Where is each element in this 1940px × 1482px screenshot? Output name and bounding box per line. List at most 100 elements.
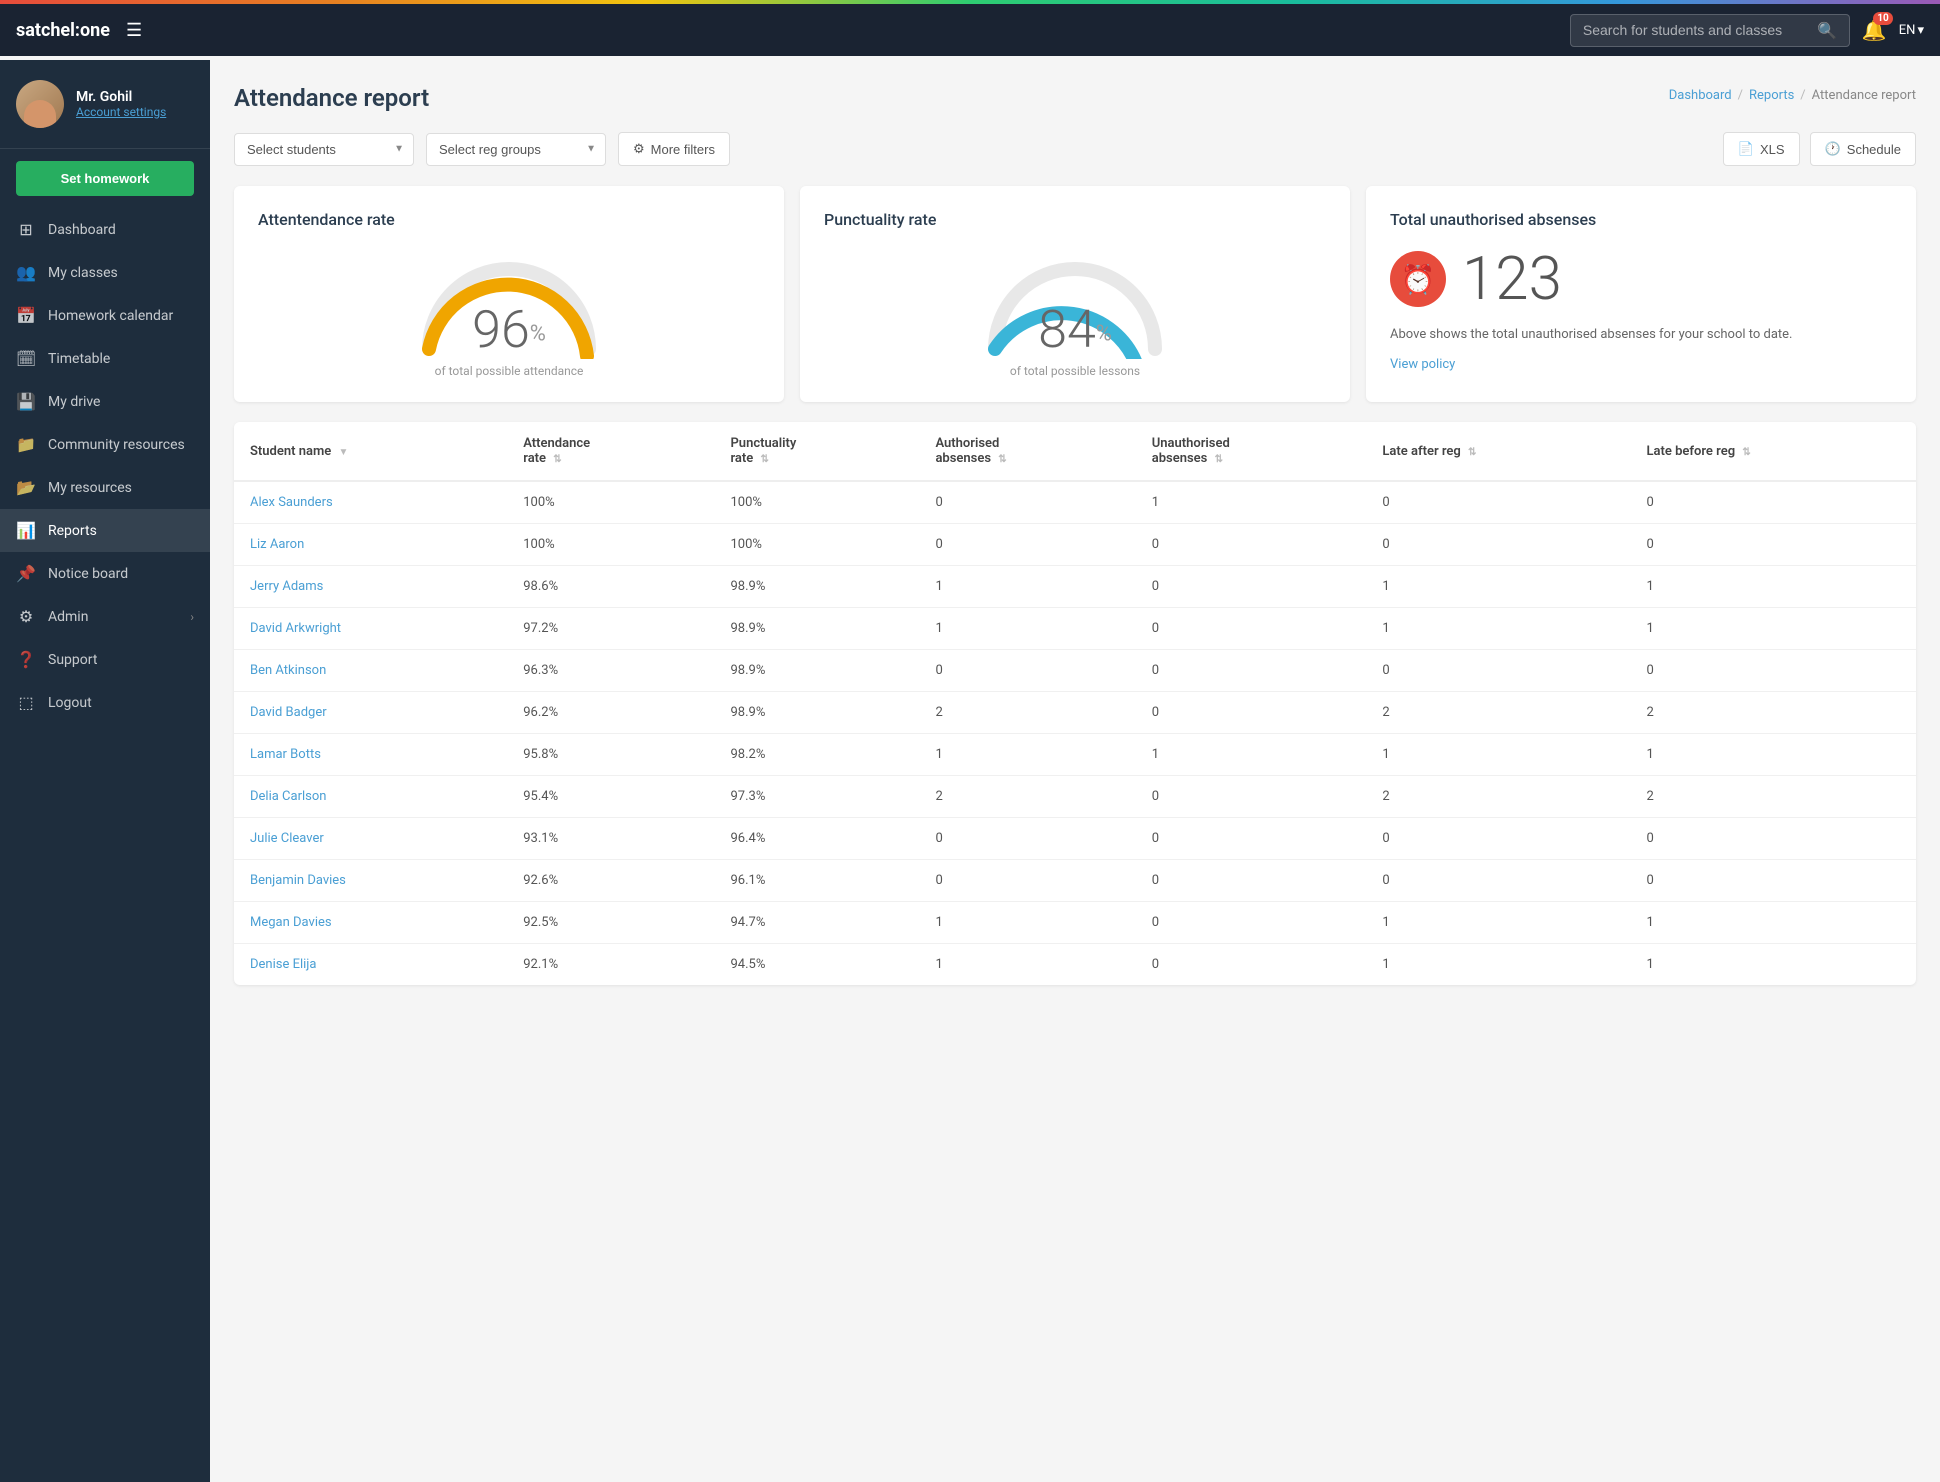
nav-label-reports: Reports — [48, 523, 97, 539]
header-left: Attendance report — [234, 84, 429, 112]
attendance-gauge-container: 96% of total possible attendance — [258, 249, 760, 378]
user-name: Mr. Gohil — [76, 89, 166, 105]
nav-label-support: Support — [48, 652, 97, 668]
authorised-cell: 0 — [919, 481, 1135, 524]
xls-icon: 📄 — [1738, 141, 1754, 157]
col-late-after[interactable]: Late after reg ⇅ — [1366, 422, 1630, 481]
attendance-card-title: Attentendance rate — [258, 210, 760, 229]
sidebar-item-notice-board[interactable]: 📌Notice board — [0, 552, 210, 595]
search-icon[interactable]: 🔍 — [1817, 21, 1837, 40]
language-selector[interactable]: EN ▾ — [1899, 23, 1924, 38]
student-name-cell[interactable]: Lamar Botts — [234, 734, 507, 776]
punctuality-rate-cell: 96.4% — [714, 818, 919, 860]
student-name-cell[interactable]: Julie Cleaver — [234, 818, 507, 860]
sidebar-item-my-drive[interactable]: 💾My drive — [0, 380, 210, 423]
unauth-top: ⏰ 123 — [1390, 249, 1892, 309]
table-row: Benjamin Davies 92.6% 96.1% 0 0 0 0 — [234, 860, 1916, 902]
student-name-cell[interactable]: Denise Elija — [234, 944, 507, 986]
attendance-rate-cell: 100% — [507, 524, 714, 566]
more-filters-button[interactable]: ⚙ More filters — [618, 132, 730, 166]
punctuality-rate-cell: 98.9% — [714, 566, 919, 608]
col-late-before[interactable]: Late before reg ⇅ — [1630, 422, 1916, 481]
col-punctuality-rate[interactable]: Punctualityrate ⇅ — [714, 422, 919, 481]
set-homework-button[interactable]: Set homework — [16, 161, 194, 196]
sort-icon-name: ▼ — [339, 447, 349, 458]
sidebar-item-reports[interactable]: 📊Reports — [0, 509, 210, 552]
sidebar-item-admin[interactable]: ⚙Admin› — [0, 595, 210, 638]
sidebar-item-community-resources[interactable]: 📁Community resources — [0, 423, 210, 466]
nav-icon-community-resources: 📁 — [16, 435, 36, 454]
sidebar-item-dashboard[interactable]: ⊞Dashboard — [0, 208, 210, 251]
nav-icon-my-resources: 📂 — [16, 478, 36, 497]
student-name-cell[interactable]: Ben Atkinson — [234, 650, 507, 692]
attendance-rate-cell: 96.2% — [507, 692, 714, 734]
student-name-cell[interactable]: Alex Saunders — [234, 481, 507, 524]
xls-button[interactable]: 📄 XLS — [1723, 132, 1800, 166]
breadcrumb-sep-2: / — [1800, 88, 1805, 103]
authorised-cell: 1 — [919, 566, 1135, 608]
punctuality-gauge-container: 84% of total possible lessons — [824, 249, 1326, 378]
late-before-cell: 1 — [1630, 734, 1916, 776]
nav-label-my-drive: My drive — [48, 394, 100, 410]
student-name-cell[interactable]: Liz Aaron — [234, 524, 507, 566]
sidebar-item-my-resources[interactable]: 📂My resources — [0, 466, 210, 509]
nav-icon-admin: ⚙ — [16, 607, 36, 626]
breadcrumb-reports[interactable]: Reports — [1749, 88, 1794, 103]
summary-cards: Attentendance rate 96% of total possible… — [234, 186, 1916, 402]
student-name-cell[interactable]: Delia Carlson — [234, 776, 507, 818]
search-input[interactable] — [1583, 22, 1809, 38]
punctuality-rate-cell: 98.9% — [714, 650, 919, 692]
sidebar-item-homework-calendar[interactable]: 📅Homework calendar — [0, 294, 210, 337]
attendance-rate-cell: 97.2% — [507, 608, 714, 650]
attendance-value-container: 96% — [472, 299, 546, 360]
table-row: David Arkwright 97.2% 98.9% 1 0 1 1 — [234, 608, 1916, 650]
late-before-cell: 2 — [1630, 776, 1916, 818]
schedule-button[interactable]: 🕐 Schedule — [1810, 132, 1916, 166]
late-before-cell: 0 — [1630, 650, 1916, 692]
sidebar-item-logout[interactable]: ⬚Logout — [0, 681, 210, 724]
table-row: David Badger 96.2% 98.9% 2 0 2 2 — [234, 692, 1916, 734]
student-name-cell[interactable]: David Badger — [234, 692, 507, 734]
punctuality-rate-cell: 98.2% — [714, 734, 919, 776]
attendance-rate-cell: 100% — [507, 481, 714, 524]
authorised-cell: 1 — [919, 734, 1135, 776]
breadcrumb-dashboard[interactable]: Dashboard — [1669, 88, 1732, 103]
sort-icon-attendance: ⇅ — [553, 454, 561, 465]
logo: satchel:one — [16, 20, 110, 41]
nav-label-my-classes: My classes — [48, 265, 118, 281]
col-attendance-rate[interactable]: Attendancerate ⇅ — [507, 422, 714, 481]
late-after-cell: 1 — [1366, 944, 1630, 986]
punctuality-rate-cell: 98.9% — [714, 692, 919, 734]
sidebar-item-timetable[interactable]: 🗓Timetable — [0, 337, 210, 380]
account-settings-link[interactable]: Account settings — [76, 105, 166, 119]
col-student-name[interactable]: Student name ▼ — [234, 422, 507, 481]
col-unauthorised[interactable]: Unauthorisedabsenses ⇅ — [1136, 422, 1367, 481]
authorised-cell: 1 — [919, 608, 1135, 650]
student-name-cell[interactable]: Megan Davies — [234, 902, 507, 944]
sort-icon-late-before: ⇅ — [1742, 447, 1750, 458]
unauth-content: ⏰ 123 Above shows the total unauthorised… — [1390, 249, 1892, 372]
late-after-cell: 0 — [1366, 524, 1630, 566]
sidebar-item-my-classes[interactable]: 👥My classes — [0, 251, 210, 294]
student-name-cell[interactable]: Jerry Adams — [234, 566, 507, 608]
filters-bar: Select students Select reg groups ⚙ More… — [234, 132, 1916, 166]
select-students-dropdown[interactable]: Select students — [234, 133, 414, 166]
authorised-cell: 0 — [919, 818, 1135, 860]
nav-icon-notice-board: 📌 — [16, 564, 36, 583]
punctuality-rate-cell: 94.7% — [714, 902, 919, 944]
notification-bell[interactable]: 🔔 10 — [1862, 18, 1887, 42]
student-name-cell[interactable]: David Arkwright — [234, 608, 507, 650]
view-policy-link[interactable]: View policy — [1390, 357, 1892, 372]
sidebar-item-support[interactable]: ❓Support — [0, 638, 210, 681]
attendance-rate-cell: 92.6% — [507, 860, 714, 902]
unauthorised-cell: 0 — [1136, 944, 1367, 986]
hamburger-button[interactable]: ☰ — [126, 20, 142, 41]
col-authorised[interactable]: Authorisedabsenses ⇅ — [919, 422, 1135, 481]
filters-actions: 📄 XLS 🕐 Schedule — [1723, 132, 1916, 166]
select-reg-groups-dropdown[interactable]: Select reg groups — [426, 133, 606, 166]
authorised-cell: 2 — [919, 692, 1135, 734]
unauthorised-cell: 0 — [1136, 608, 1367, 650]
late-after-cell: 1 — [1366, 734, 1630, 776]
student-name-cell[interactable]: Benjamin Davies — [234, 860, 507, 902]
attendance-rate-cell: 92.5% — [507, 902, 714, 944]
